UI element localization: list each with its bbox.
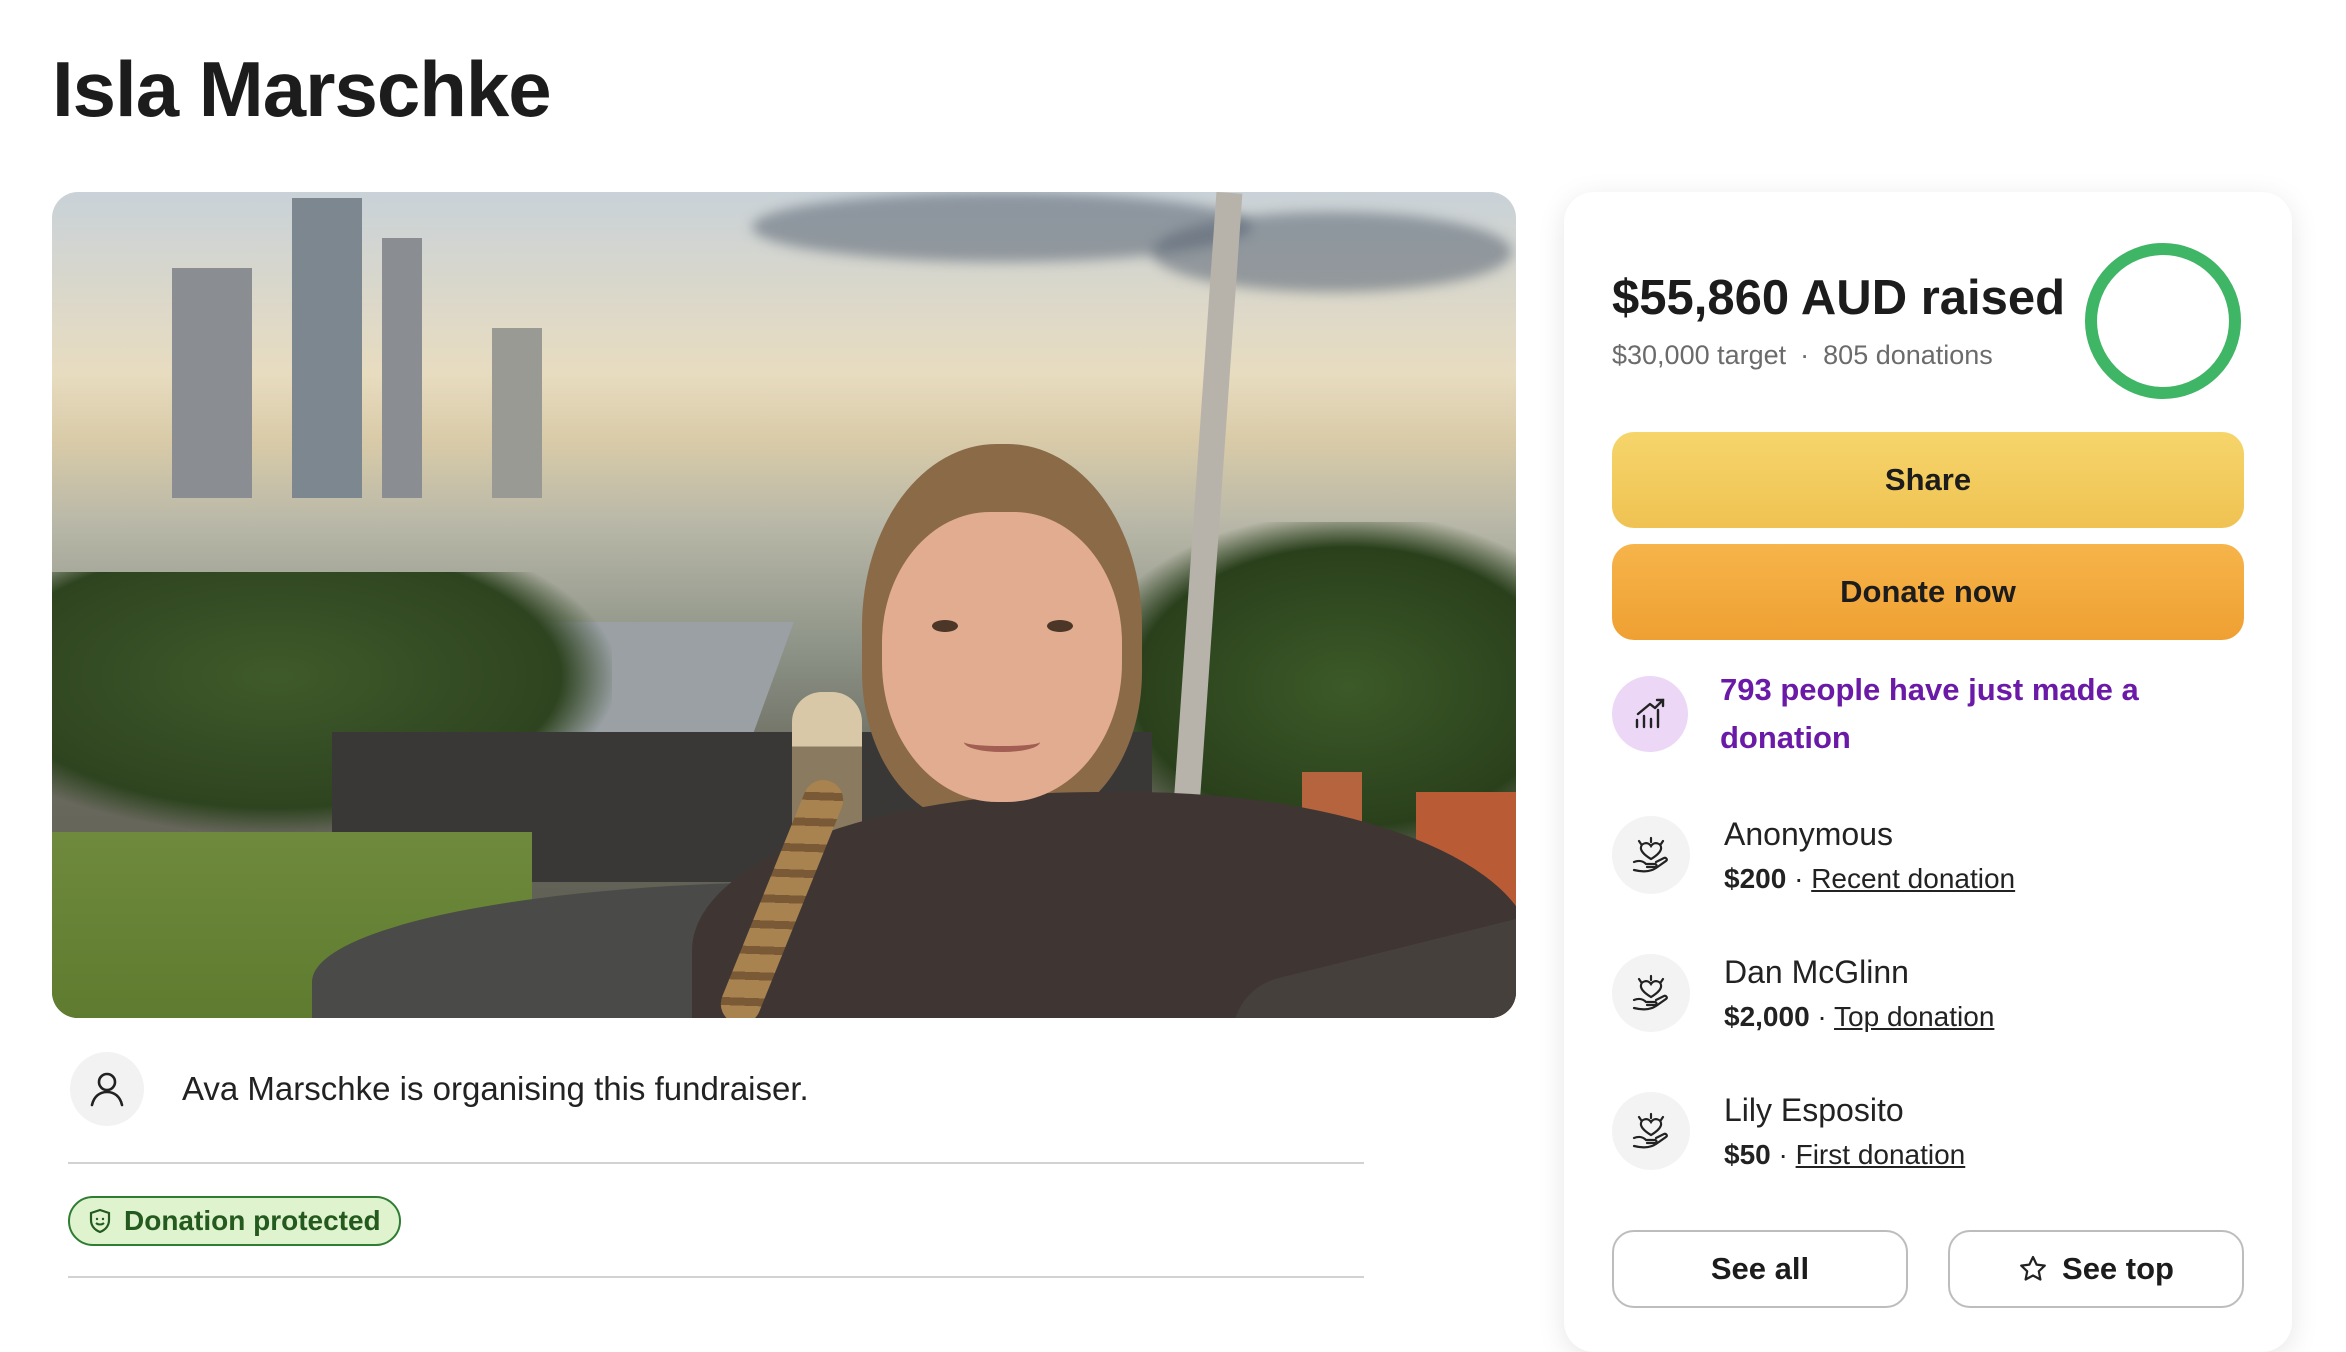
fundraiser-cover-photo[interactable]	[52, 192, 1516, 1018]
girl-face	[882, 512, 1122, 802]
recent-activity-text: 793 people have just made a donation	[1720, 672, 2139, 755]
page-title: Isla Marschke	[52, 45, 552, 133]
donor-separator: ·	[1817, 1001, 1827, 1032]
donation-protected-label: Donation protected	[124, 1205, 381, 1236]
donor-name: Lily Esposito	[1724, 1092, 1904, 1128]
amount-raised: $55,860 AUD raised	[1612, 271, 2066, 325]
donor-separator: ·	[1778, 1139, 1788, 1170]
fundraiser-meta: $30,000 target · 805 donations	[1612, 340, 1993, 371]
target-amount: $30,000 target	[1612, 340, 1787, 370]
see-top-label: See top	[2062, 1251, 2174, 1286]
donor-item: Anonymous $200 · Recent donation	[1612, 816, 2015, 895]
donor-name: Anonymous	[1724, 816, 1893, 852]
organiser-row: Ava Marschke is organising this fundrais…	[70, 1052, 809, 1126]
donation-card: $55,860 AUD raised $30,000 target · 805 do…	[1564, 192, 2292, 1352]
donation-type-link[interactable]: Top donation	[1834, 1001, 1994, 1032]
donate-now-button[interactable]: Donate now	[1612, 544, 2244, 640]
recent-activity-banner: 793 people have just made a donation	[1612, 672, 2190, 762]
donor-name: Dan McGlinn	[1724, 954, 1909, 990]
donor-item: Dan McGlinn $2,000 · Top donation	[1612, 954, 1994, 1033]
organiser-text: Ava Marschke is organising this fundrais…	[182, 1070, 809, 1107]
cloud	[1152, 212, 1512, 292]
donor-amount: $50	[1724, 1139, 1771, 1170]
user-icon	[70, 1052, 144, 1126]
donor-amount: $2,000	[1724, 1001, 1810, 1032]
trending-up-icon	[1612, 676, 1688, 752]
heart-hand-icon	[1612, 1092, 1690, 1170]
donor-separator: ·	[1794, 863, 1804, 894]
divider	[68, 1276, 1364, 1278]
meta-separator: ·	[1800, 340, 1810, 370]
progress-ring-fill	[2085, 243, 2241, 399]
donor-amount: $200	[1724, 863, 1787, 894]
heart-hand-icon	[1612, 954, 1690, 1032]
girl-eye	[1047, 620, 1073, 632]
heart-hand-icon	[1612, 816, 1690, 894]
building	[492, 328, 542, 498]
donor-item: Lily Esposito $50 · First donation	[1612, 1092, 1965, 1171]
donation-type-link[interactable]: First donation	[1796, 1139, 1966, 1170]
building	[292, 198, 362, 498]
shield-icon	[86, 1207, 114, 1235]
share-button[interactable]: Share	[1612, 432, 2244, 528]
donation-type-link[interactable]: Recent donation	[1811, 863, 2015, 894]
star-icon	[2018, 1254, 2048, 1284]
girl-mouth	[964, 732, 1040, 752]
building	[172, 268, 252, 498]
building	[382, 238, 422, 498]
see-top-button[interactable]: See top	[1948, 1230, 2244, 1308]
progress-ring	[2085, 243, 2241, 399]
see-all-button[interactable]: See all	[1612, 1230, 1908, 1308]
girl-eye	[932, 620, 958, 632]
divider	[68, 1162, 1364, 1164]
donation-count: 805 donations	[1823, 340, 1993, 370]
donation-protected-badge[interactable]: Donation protected	[68, 1196, 401, 1246]
